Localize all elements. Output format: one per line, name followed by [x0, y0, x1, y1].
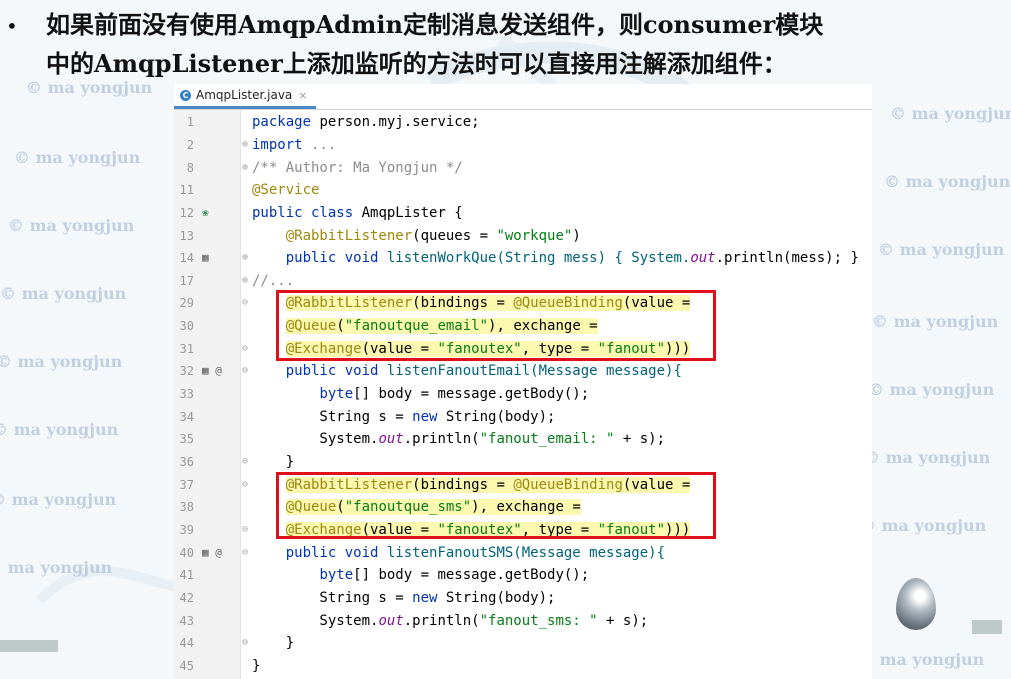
code-line: 2 ⊕ import ...: [174, 134, 872, 156]
code-line: 40 ▦ @ ⊖ public void listenFanoutSMS(Mes…: [174, 542, 872, 564]
code-line: 14 ▦ ⊕ public void listenWorkQue(String …: [174, 247, 872, 269]
code-editor[interactable]: 1 package person.myj.service; 2 ⊕ import…: [174, 110, 872, 679]
code-line: 35 System.out.println("fanout_email: " +…: [179, 431, 666, 447]
watermark: © ma yongjun: [8, 216, 135, 235]
code-line: 31 ⊖ @Exchange(value = "fanoutex", type …: [174, 338, 872, 360]
watermark: © ma yongjun: [0, 284, 127, 303]
code-line: 37 ⊖ @RabbitListener(bindings = @QueueBi…: [174, 474, 872, 496]
watermark: © ma yongjun: [0, 352, 123, 371]
decorative-spot: [0, 640, 58, 652]
code-line: 34 String s = new String(body);: [179, 409, 556, 425]
code-line: 41 byte[] body = message.getBody();: [179, 567, 590, 583]
heading-line-1: 如果前面没有使用AmqpAdmin定制消息发送组件，则consumer模块: [46, 10, 824, 39]
code-line: 29 ⊖ @RabbitListener(bindings = @QueueBi…: [174, 292, 872, 314]
code-line: 43 System.out.println("fanout_sms: " + s…: [179, 613, 649, 629]
run-method-icon[interactable]: ▦ @: [202, 542, 232, 564]
heading-line-2: 中的AmqpListener上添加监听的方法时可以直接用注解添加组件：: [46, 49, 787, 78]
fold-icon[interactable]: ⊖: [242, 292, 252, 314]
run-method-icon[interactable]: ▦: [202, 247, 232, 269]
fold-icon[interactable]: ⊖: [242, 360, 252, 382]
java-class-icon: C: [180, 89, 191, 101]
fold-icon[interactable]: ⊕: [242, 247, 252, 269]
fold-icon[interactable]: ⊖: [242, 519, 252, 541]
spring-bean-icon[interactable]: ❀: [202, 202, 232, 224]
watermark: © ma yongjun: [0, 420, 119, 439]
code-line: 12 ❀ public class AmqpLister {: [174, 202, 872, 224]
fold-icon[interactable]: ⊕: [242, 270, 252, 292]
tab-amqplister-java[interactable]: C AmqpLister.java ×: [174, 84, 316, 109]
code-line: 1 package person.myj.service;: [186, 114, 480, 130]
watermark: © ma yongjun: [890, 104, 1011, 123]
fold-icon[interactable]: ⊕: [242, 134, 252, 156]
decorative-spot: [972, 620, 1002, 634]
fold-icon[interactable]: ⊖: [242, 451, 252, 473]
fold-icon[interactable]: ⊖: [242, 338, 252, 360]
fold-icon[interactable]: ⊖: [242, 474, 252, 496]
slide-heading: • 如果前面没有使用AmqpAdmin定制消息发送组件，则consumer模块 中…: [6, 6, 1006, 82]
editor-tab-bar: C AmqpLister.java ×: [174, 84, 872, 110]
watermark: © ma yongjun: [884, 172, 1011, 191]
code-line: 11 @Service: [179, 182, 320, 198]
code-line: 32 ▦ @ ⊖ public void listenFanoutEmail(M…: [174, 360, 872, 382]
fold-icon[interactable]: ⊕: [242, 157, 252, 179]
code-line: 38 @Queue("fanoutque_sms"), exchange =: [179, 499, 581, 515]
watermark: © ma yongjun: [858, 650, 985, 669]
code-line: 8 ⊕ /** Author: Ma Yongjun */: [174, 157, 872, 179]
watermark: © ma yongjun: [864, 448, 991, 467]
watermark: © ma yongjun: [0, 558, 113, 577]
watermark: © ma yongjun: [0, 490, 117, 509]
code-line: 30 @Queue("fanoutque_email"), exchange =: [179, 318, 598, 334]
code-line: 39 ⊖ @Exchange(value = "fanoutex", type …: [174, 519, 872, 541]
code-line: 42 String s = new String(body);: [179, 590, 556, 606]
code-line: 17 ⊕ //...: [174, 270, 872, 292]
fold-icon[interactable]: ⊖: [242, 632, 252, 654]
tab-label: AmqpLister.java: [196, 88, 293, 102]
watermark: © ma yongjun: [878, 240, 1005, 259]
fold-icon[interactable]: ⊖: [242, 542, 252, 564]
code-line: 44 ⊖ }: [174, 632, 872, 654]
watermark: © ma yongjun: [14, 148, 141, 167]
close-icon[interactable]: ×: [298, 89, 307, 102]
watermark: © ma yongjun: [868, 380, 995, 399]
bullet-icon: •: [6, 14, 18, 38]
code-line: 36 ⊖ }: [174, 451, 872, 473]
code-line: 13 @RabbitListener(queues = "workque"): [179, 228, 581, 244]
watermark: © ma yongjun: [860, 516, 987, 535]
code-line: 45 }: [179, 658, 261, 674]
code-line: 33 byte[] body = message.getBody();: [179, 386, 590, 402]
watermark: © ma yongjun: [872, 312, 999, 331]
run-method-icon[interactable]: ▦ @: [202, 360, 232, 382]
